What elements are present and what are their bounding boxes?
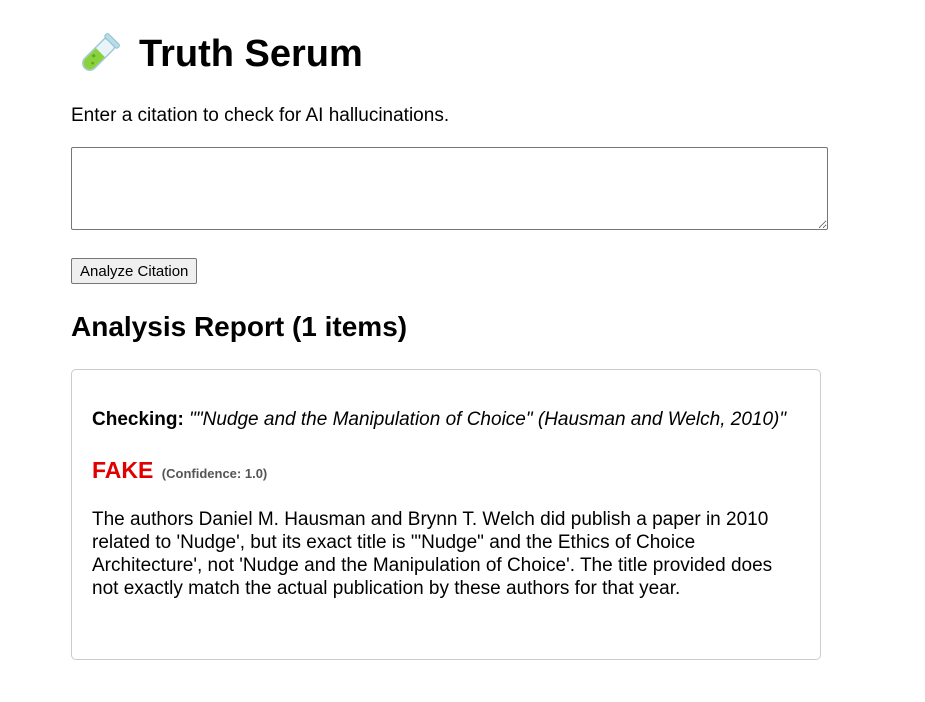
report-heading: Analysis Report (1 items) [71, 311, 408, 342]
verdict-line: FAKE (Confidence: 1.0) [92, 456, 800, 488]
page-title: Truth Serum [139, 33, 363, 75]
citation-input[interactable] [71, 147, 828, 230]
citation-text: ""Nudge and the Manipulation of Choice" … [189, 409, 787, 430]
explanation-text: The authors Daniel M. Hausman and Brynn … [92, 509, 773, 599]
checking-label: Checking: [92, 409, 184, 430]
checking-line: Checking: ""Nudge and the Manipulation o… [92, 408, 800, 431]
report-item-card: Checking: ""Nudge and the Manipulation o… [71, 369, 821, 660]
analyze-citation-button[interactable]: Analyze Citation [71, 258, 198, 284]
verdict-badge: FAKE [92, 457, 154, 483]
instructions-text: Enter a citation to check for AI halluci… [71, 105, 450, 126]
confidence-score: (Confidence: 1.0) [161, 466, 268, 481]
test-tube-icon [77, 32, 121, 76]
page-header: Truth Serum [77, 30, 363, 78]
